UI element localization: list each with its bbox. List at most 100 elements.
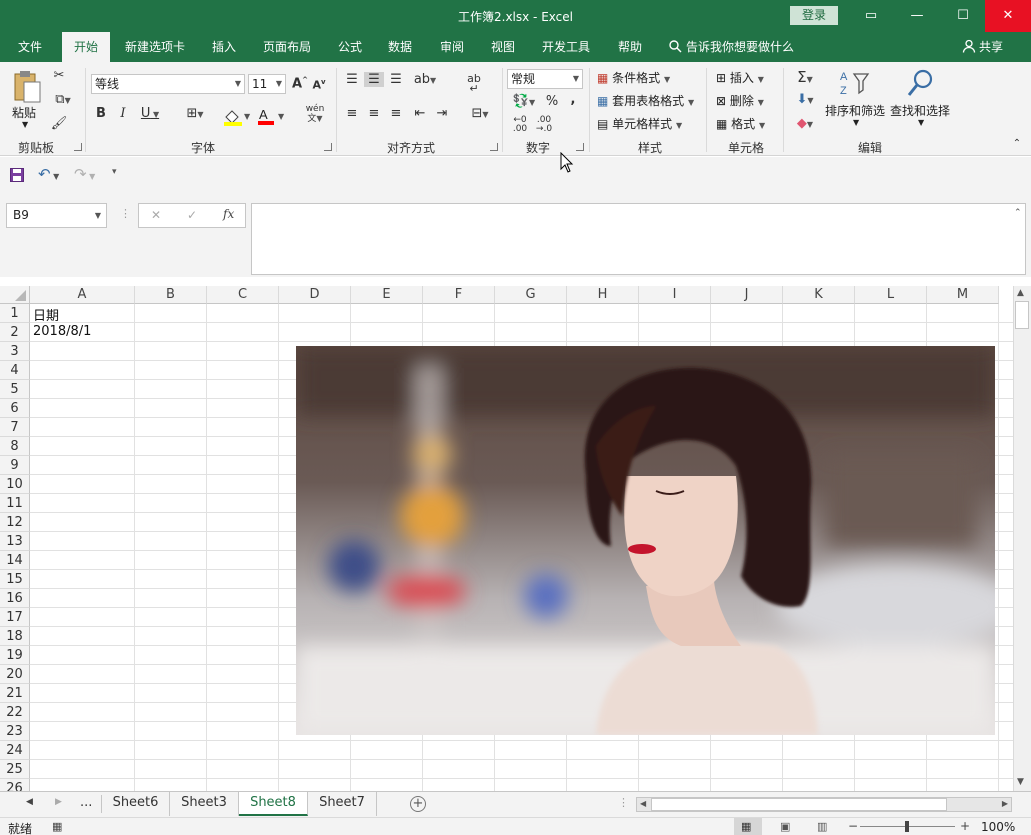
row-header-26[interactable]: 26 (0, 779, 30, 791)
tab-data[interactable]: 数据 (378, 32, 422, 62)
tab-review[interactable]: 审阅 (430, 32, 474, 62)
cut-icon[interactable]: ✂ (50, 68, 68, 83)
format-as-table-button[interactable]: ▦ 套用表格格式 ▼ (597, 92, 694, 109)
row-header-20[interactable]: 20 (0, 665, 30, 684)
horizontal-scrollbar[interactable]: ◀ ▶ (636, 797, 1012, 812)
column-header-a[interactable]: A (30, 286, 135, 304)
row-header-13[interactable]: 13 (0, 532, 30, 551)
sheet-tab-sheet8[interactable]: Sheet8 (239, 792, 308, 816)
column-header-d[interactable]: D (279, 286, 351, 304)
merge-center-icon[interactable]: ⊟▼ (464, 106, 496, 121)
row-header-14[interactable]: 14 (0, 551, 30, 570)
column-header-b[interactable]: B (135, 286, 207, 304)
italic-button[interactable]: I (117, 106, 129, 121)
align-top-icon[interactable]: ☰ (344, 72, 360, 87)
sort-filter-dropdown-icon[interactable]: ▼ (853, 118, 859, 127)
increase-indent-icon[interactable]: ⇥ (434, 106, 450, 121)
scroll-right-icon[interactable]: ▶ (1002, 799, 1008, 808)
row-header-1[interactable]: 1 (0, 304, 30, 323)
autosum-icon[interactable]: Σ▼ (790, 68, 820, 86)
tab-insert[interactable]: 插入 (202, 32, 246, 62)
row-header-15[interactable]: 15 (0, 570, 30, 589)
vertical-scrollbar[interactable]: ▲ ▼ (1013, 286, 1031, 791)
collapse-ribbon-icon[interactable]: ⌃ (1011, 138, 1023, 149)
column-header-h[interactable]: H (567, 286, 639, 304)
share-button[interactable]: 共享 (962, 32, 1003, 62)
number-format-select[interactable]: 常规 ▼ (507, 69, 583, 89)
delete-cells-button[interactable]: ⊠ 删除 ▼ (716, 92, 764, 109)
add-sheet-icon[interactable]: + (410, 796, 426, 812)
zoom-slider-thumb[interactable] (905, 821, 909, 832)
horizontal-scroll-thumb[interactable] (651, 798, 947, 811)
row-header-10[interactable]: 10 (0, 475, 30, 494)
column-header-e[interactable]: E (351, 286, 423, 304)
increase-decimal-icon[interactable]: ←0.00 (509, 116, 531, 134)
customize-qat-icon[interactable]: ▾ (112, 167, 117, 177)
tab-view[interactable]: 视图 (481, 32, 525, 62)
format-cells-button[interactable]: ▦ 格式 ▼ (716, 115, 765, 132)
name-box[interactable]: B9 ▼ (6, 203, 107, 228)
row-header-21[interactable]: 21 (0, 684, 30, 703)
format-painter-icon[interactable]: 🖌 (50, 116, 68, 131)
column-header-i[interactable]: I (639, 286, 711, 304)
row-header-12[interactable]: 12 (0, 513, 30, 532)
clipboard-launcher-icon[interactable] (74, 143, 82, 151)
vertical-scroll-thumb[interactable] (1015, 301, 1029, 329)
row-header-7[interactable]: 7 (0, 418, 30, 437)
row-header-18[interactable]: 18 (0, 627, 30, 646)
cancel-icon[interactable]: ✕ (151, 208, 161, 222)
row-header-11[interactable]: 11 (0, 494, 30, 513)
conditional-formatting-button[interactable]: ▦ 条件格式 ▼ (597, 69, 670, 86)
paste-dropdown-icon[interactable]: ▼ (22, 120, 28, 129)
paste-button[interactable]: 粘贴 (12, 104, 36, 121)
align-right-icon[interactable]: ≡ (388, 106, 404, 121)
number-launcher-icon[interactable] (576, 143, 584, 151)
clear-icon[interactable]: ◆▼ (790, 116, 820, 131)
row-header-3[interactable]: 3 (0, 342, 30, 361)
sheet-tab-sheet6[interactable]: Sheet6 (102, 792, 170, 816)
column-header-g[interactable]: G (495, 286, 567, 304)
row-header-22[interactable]: 22 (0, 703, 30, 722)
column-header-f[interactable]: F (423, 286, 495, 304)
row-header-19[interactable]: 19 (0, 646, 30, 665)
prev-sheet-icon[interactable]: ◀ (26, 797, 33, 807)
tab-page-layout[interactable]: 页面布局 (256, 32, 318, 62)
sort-filter-button[interactable]: 排序和筛选 (825, 102, 885, 119)
page-break-view-icon[interactable]: ▥ (817, 820, 827, 833)
undo-icon[interactable]: ↶ ▼ (38, 165, 59, 183)
row-header-17[interactable]: 17 (0, 608, 30, 627)
column-header-c[interactable]: C (207, 286, 279, 304)
tell-me-search[interactable]: 告诉我你想要做什么 (668, 32, 794, 62)
formula-input[interactable] (251, 203, 1026, 275)
macro-record-icon[interactable]: ▦ (52, 820, 62, 833)
sheet-tab-sheet3[interactable]: Sheet3 (170, 792, 239, 816)
row-header-23[interactable]: 23 (0, 722, 30, 741)
tab-formulas[interactable]: 公式 (328, 32, 372, 62)
redo-icon[interactable]: ↷ ▼ (74, 165, 95, 183)
tab-file[interactable]: 文件 (8, 32, 52, 62)
grow-font-icon[interactable]: A^ (292, 76, 308, 91)
font-size-select[interactable]: 11 ▼ (248, 74, 286, 94)
row-header-9[interactable]: 9 (0, 456, 30, 475)
tab-developer[interactable]: 开发工具 (534, 32, 598, 62)
wrap-text-icon[interactable]: ab ↵ (464, 73, 484, 94)
scroll-left-icon[interactable]: ◀ (640, 799, 646, 808)
copy-icon[interactable]: ⧉▼ (50, 92, 76, 107)
minimize-button[interactable]: — (894, 0, 940, 32)
insert-function-icon[interactable]: fx (223, 207, 234, 221)
zoom-in-button[interactable]: + (960, 819, 970, 833)
cell-A2[interactable]: 2018/8/1 (33, 324, 91, 339)
row-header-5[interactable]: 5 (0, 380, 30, 399)
decrease-decimal-icon[interactable]: .00 →.0 (533, 116, 555, 134)
align-middle-icon[interactable]: ☰ (364, 72, 384, 87)
page-layout-view-icon[interactable]: ▣ (780, 820, 790, 833)
tab-home[interactable]: 开始 (62, 32, 110, 62)
decrease-indent-icon[interactable]: ⇤ (412, 106, 428, 121)
restore-button[interactable]: ☐ (940, 0, 986, 32)
row-header-25[interactable]: 25 (0, 760, 30, 779)
fill-icon[interactable]: ⬇▼ (790, 92, 820, 107)
font-color-icon[interactable]: A ▼ (256, 106, 286, 126)
row-header-8[interactable]: 8 (0, 437, 30, 456)
percent-button[interactable]: % (545, 94, 559, 109)
tab-new-tab[interactable]: 新建选项卡 (116, 32, 194, 62)
